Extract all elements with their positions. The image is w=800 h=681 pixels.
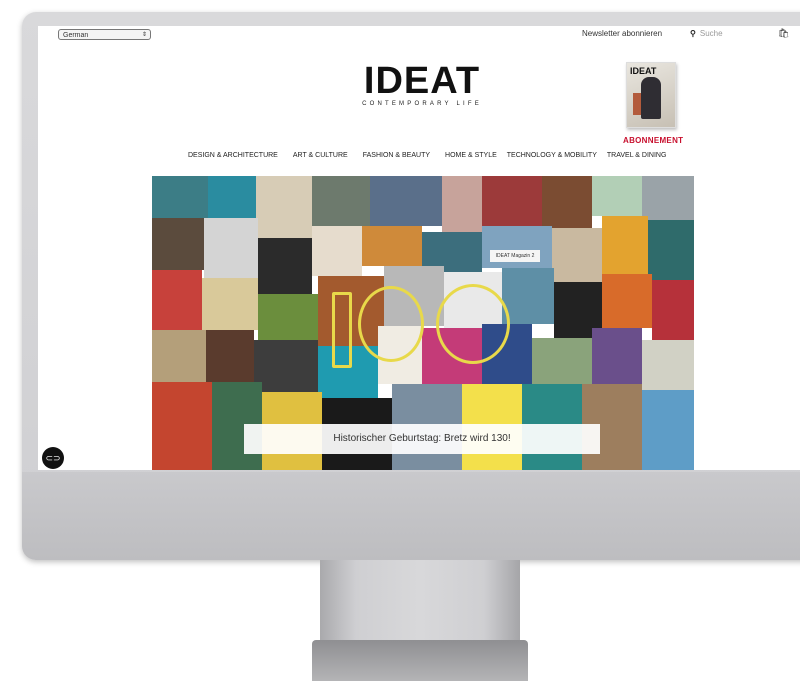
- collage-tile: [370, 176, 442, 226]
- hero-collage[interactable]: IDEAT Magazin 2 Historischer Geburtstag:…: [152, 176, 694, 470]
- collage-tile: [362, 226, 422, 266]
- collage-tile: [152, 330, 206, 382]
- numeral-one: [332, 292, 352, 368]
- collage-tile: [602, 216, 648, 274]
- nav-item-technology[interactable]: TECHNOLOGY & MOBILITY: [507, 152, 597, 159]
- search-placeholder: Suche: [699, 29, 723, 38]
- logo-wordmark: IDEAT: [363, 60, 481, 102]
- collage-tile: [502, 268, 554, 324]
- shopping-bag-icon[interactable]: 🛍: [778, 28, 789, 39]
- collage-tile: [206, 330, 254, 382]
- newsletter-link[interactable]: Newsletter abonnieren: [582, 29, 662, 38]
- collage-tile: [152, 218, 204, 270]
- magazine-label: IDEAT Magazin 2: [490, 250, 540, 262]
- link-icon[interactable]: ⊂⊃: [42, 447, 64, 469]
- monitor-chin: [22, 472, 800, 560]
- nav-item-home[interactable]: HOME & STYLE: [445, 152, 497, 159]
- collage-tile: [592, 328, 642, 384]
- language-select[interactable]: German ⇕: [58, 29, 151, 40]
- collage-tile: [208, 176, 256, 218]
- collage-tile: [312, 226, 362, 276]
- collage-tile: [312, 176, 370, 226]
- language-select-value: German: [63, 32, 89, 39]
- main-navigation: DESIGN & ARCHITECTURE ART & CULTURE FASH…: [188, 152, 666, 159]
- cover-figure: [641, 77, 661, 119]
- monitor-stand-base: [312, 640, 528, 681]
- monitor-stand: [320, 560, 520, 645]
- collage-tile: [652, 280, 694, 340]
- collage-tile: [204, 218, 258, 278]
- search-field[interactable]: ⚲ Suche: [690, 29, 723, 38]
- nav-item-travel[interactable]: TRAVEL & DINING: [607, 152, 667, 159]
- collage-tile: [648, 220, 694, 280]
- browser-screen: German ⇕ Newsletter abonnieren ⚲ Suche 🛍 …: [38, 26, 800, 470]
- collage-tile: [258, 238, 312, 294]
- collage-tile: [592, 176, 642, 216]
- collage-tile: [642, 390, 694, 470]
- site-logo[interactable]: IDEAT CONTEMPORARY LIFE: [358, 62, 486, 107]
- collage-tile: [152, 270, 202, 330]
- collage-tile: [442, 176, 482, 232]
- collage-tile: [642, 340, 694, 390]
- logo-tagline: CONTEMPORARY LIFE: [362, 101, 482, 107]
- collage-tile: [542, 176, 592, 228]
- collage-tile: [482, 176, 542, 226]
- nav-item-fashion[interactable]: FASHION & BEAUTY: [363, 152, 430, 159]
- collage-tile: [152, 382, 212, 470]
- numeral-three: [358, 286, 424, 362]
- collage-tile: [254, 340, 318, 392]
- nav-item-art[interactable]: ART & CULTURE: [293, 152, 348, 159]
- collage-tile: [642, 176, 694, 220]
- subscription-link[interactable]: ABONNEMENT: [623, 136, 683, 145]
- collage-tile: [602, 274, 652, 328]
- collage-tile: [152, 176, 208, 218]
- magazine-cover-title: IDEAT: [630, 66, 657, 76]
- collage-tile: [552, 228, 602, 282]
- collage-tile: [256, 176, 312, 238]
- numeral-zero: [436, 284, 510, 364]
- nav-item-design[interactable]: DESIGN & ARCHITECTURE: [188, 152, 278, 159]
- magazine-cover[interactable]: IDEAT: [626, 62, 676, 128]
- chevron-updown-icon: ⇕: [141, 32, 147, 38]
- hero-caption[interactable]: Historischer Geburtstag: Bretz wird 130!: [244, 424, 600, 454]
- collage-tile: [202, 278, 258, 330]
- magazine-label-text: IDEAT Magazin 2: [495, 253, 535, 259]
- search-icon: ⚲: [690, 29, 696, 38]
- collage-tile: [532, 338, 592, 384]
- collage-tile: [258, 294, 318, 340]
